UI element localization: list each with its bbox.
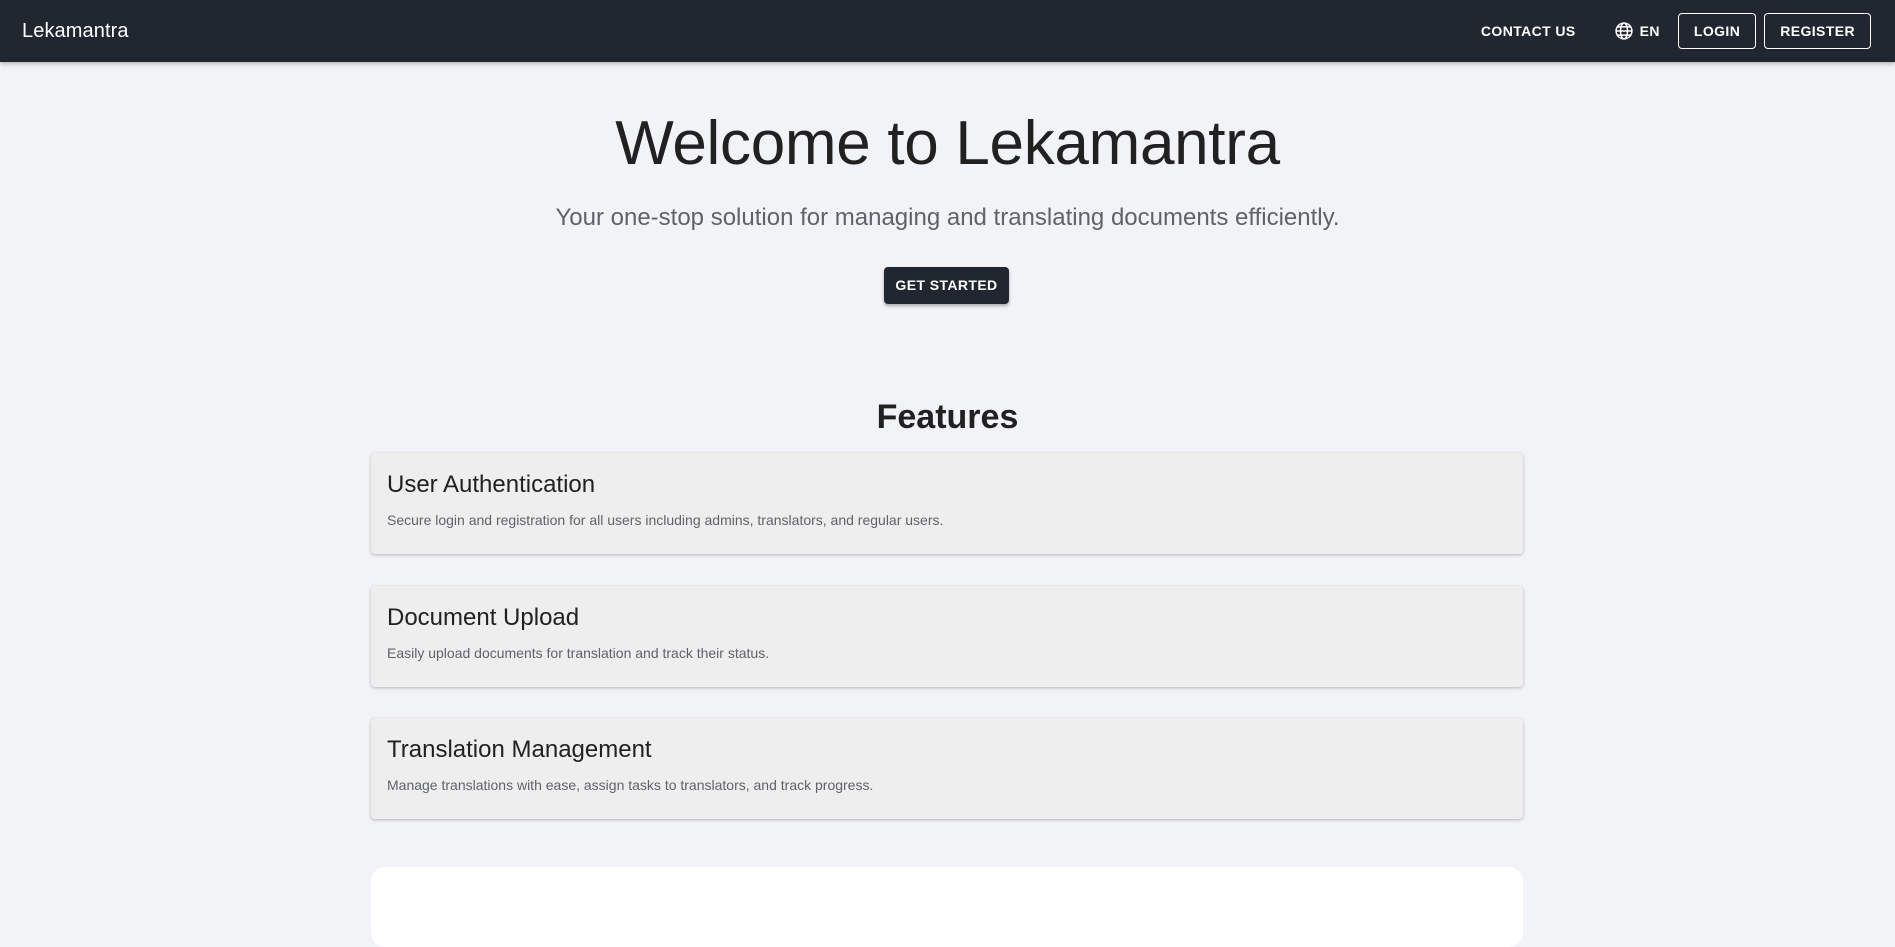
hero-title: Welcome to Lekamantra xyxy=(615,109,1280,178)
brand-logo-text[interactable]: Lekamantra xyxy=(22,0,129,62)
feature-title: Translation Management xyxy=(387,736,652,763)
contact-us-button[interactable]: CONTACT US xyxy=(1469,15,1588,47)
register-button[interactable]: REGISTER xyxy=(1764,13,1871,49)
language-selector-button[interactable]: EN xyxy=(1608,13,1666,49)
language-label: EN xyxy=(1639,23,1660,39)
top-nav: CONTACT US EN LOGIN REGISTER xyxy=(1469,0,1871,62)
get-started-button[interactable]: GET STARTED xyxy=(884,267,1009,304)
feature-card-user-authentication: User Authentication Secure login and reg… xyxy=(371,453,1523,554)
feature-card-translation-management: Translation Management Manage translatio… xyxy=(371,718,1523,819)
hero-subtitle: Your one-stop solution for managing and … xyxy=(555,204,1340,231)
feature-card-document-upload: Document Upload Easily upload documents … xyxy=(371,586,1523,687)
feature-description: Secure login and registration for all us… xyxy=(387,512,944,528)
features-heading: Features xyxy=(876,398,1019,436)
feature-title: User Authentication xyxy=(387,471,596,498)
bottom-content-panel xyxy=(371,867,1523,947)
feature-description: Easily upload documents for translation … xyxy=(387,645,770,661)
app-bar: Lekamantra CONTACT US EN LOGIN REGISTER xyxy=(0,0,1895,62)
globe-icon xyxy=(1614,21,1634,41)
login-button[interactable]: LOGIN xyxy=(1677,13,1757,49)
feature-description: Manage translations with ease, assign ta… xyxy=(387,777,874,793)
feature-title: Document Upload xyxy=(387,604,580,631)
